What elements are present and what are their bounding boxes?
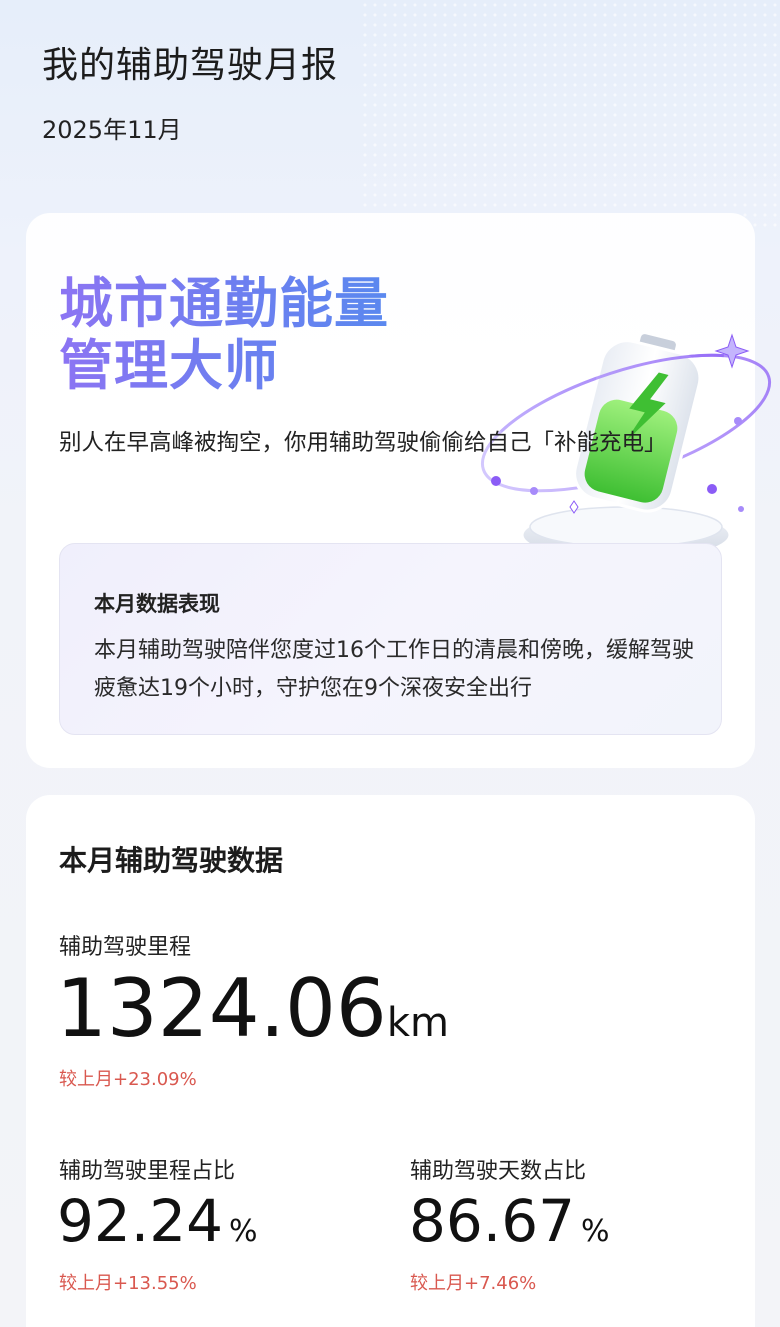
persona-title-line-2: 管理大师 xyxy=(59,334,279,397)
persona-description: 别人在早高峰被掏空，你用辅助驾驶偷偷给自己「补能充电」 xyxy=(59,430,667,456)
persona-title-line-1: 城市通勤能量 xyxy=(59,272,389,335)
mileage-value: 1324.06km xyxy=(56,961,449,1071)
mileage-ratio-value: 92.24% xyxy=(57,1187,258,1266)
mileage-ratio-unit: % xyxy=(229,1214,258,1249)
days-ratio-label: 辅助驾驶天数占比 xyxy=(410,1159,587,1184)
report-month: 2025年11月 xyxy=(42,116,182,144)
persona-title: 城市通勤能量 管理大师 xyxy=(59,273,389,397)
background-pattern xyxy=(360,0,780,230)
summary-body: 本月辅助驾驶陪伴您度过16个工作日的清晨和傍晚，缓解驾驶疲惫达19个小时，守护您… xyxy=(94,638,694,701)
monthly-summary: 本月数据表现 本月辅助驾驶陪伴您度过16个工作日的清晨和傍晚，缓解驾驶疲惫达19… xyxy=(59,543,722,735)
mileage-unit: km xyxy=(386,1000,449,1046)
page-title: 我的辅助驾驶月报 xyxy=(42,45,339,86)
mileage-number: 1324.06 xyxy=(56,962,387,1055)
mileage-label: 辅助驾驶里程 xyxy=(59,935,192,960)
summary-heading: 本月数据表现 xyxy=(94,592,220,616)
mileage-change: 较上月+23.09% xyxy=(59,1069,197,1090)
days-ratio-change: 较上月+7.46% xyxy=(410,1273,537,1294)
mileage-ratio-number: 92.24 xyxy=(57,1187,224,1255)
persona-card: 城市通勤能量 管理大师 别人在早高峰被掏空，你用辅助驾驶偷偷给自己「补能充电」 … xyxy=(26,213,772,768)
days-ratio-value: 86.67% xyxy=(409,1187,610,1266)
mileage-ratio-label: 辅助驾驶里程占比 xyxy=(59,1159,236,1184)
days-ratio-unit: % xyxy=(581,1214,610,1249)
stats-heading: 本月辅助驾驶数据 xyxy=(59,844,284,877)
mileage-ratio-change: 较上月+13.55% xyxy=(59,1273,197,1294)
days-ratio-number: 86.67 xyxy=(409,1187,576,1255)
stats-card: 本月辅助驾驶数据 辅助驾驶里程 1324.06km 较上月+23.09% 辅助驾… xyxy=(26,795,755,1327)
